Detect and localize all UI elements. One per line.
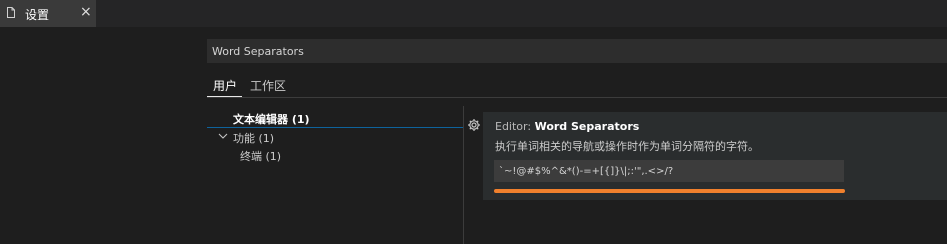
tab-workspace[interactable]: 工作区 bbox=[250, 77, 286, 94]
tab-settings[interactable]: 设置 × bbox=[0, 0, 96, 27]
setting-description: 执行单词相关的导航或操作时作为单词分隔符的字符。 bbox=[495, 140, 759, 153]
tab-user[interactable]: 用户 bbox=[213, 77, 237, 94]
setting-category: Editor: bbox=[495, 120, 535, 133]
chevron-down-icon[interactable] bbox=[218, 131, 228, 141]
toc-item-text-editor[interactable]: 文本编辑器 (1) bbox=[233, 111, 310, 127]
settings-editor: 设置 × 用户 工作区 文本编辑器 (1) 功能 (1) 终端 (1) Edit… bbox=[0, 0, 947, 244]
search-input[interactable] bbox=[207, 39, 947, 63]
divider bbox=[207, 97, 947, 98]
file-icon bbox=[7, 7, 15, 18]
gear-icon[interactable] bbox=[467, 118, 481, 132]
toc-item-features[interactable]: 功能 (1) bbox=[233, 130, 274, 146]
toc-splitter[interactable] bbox=[463, 106, 464, 244]
setting-title: Editor: Word Separators bbox=[495, 120, 639, 133]
setting-key: Word Separators bbox=[534, 120, 640, 133]
word-separators-field[interactable] bbox=[494, 160, 844, 182]
close-icon[interactable]: × bbox=[80, 4, 92, 20]
tab-bar: 设置 × bbox=[0, 0, 947, 27]
focus-indicator bbox=[494, 189, 845, 193]
tab-label: 设置 bbox=[25, 8, 50, 22]
toc-item-terminal[interactable]: 终端 (1) bbox=[240, 148, 281, 164]
toc-active-indicator bbox=[207, 127, 463, 128]
